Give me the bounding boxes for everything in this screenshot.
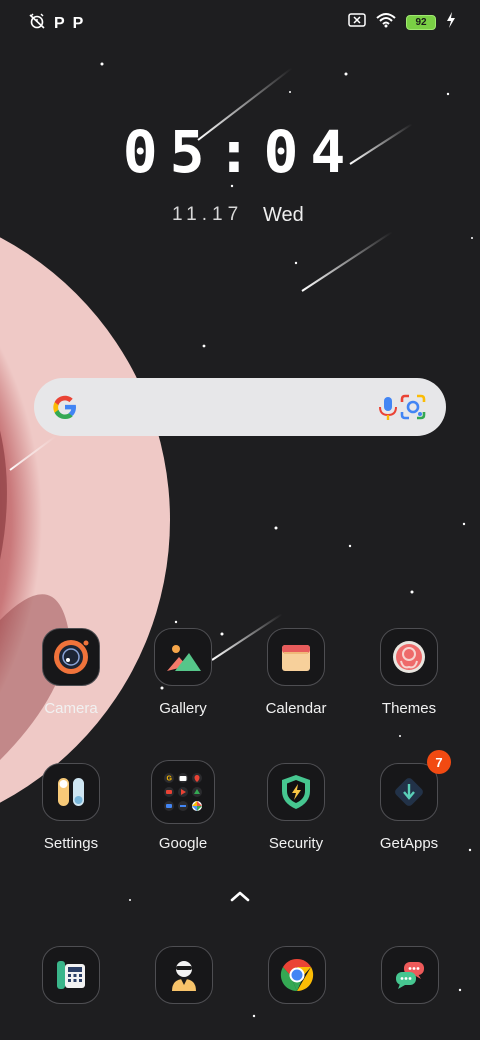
p-notification-icon: P [72,14,84,32]
alarm-off-icon [28,12,46,35]
app-label: GetApps [379,835,439,852]
phone-icon [42,946,100,1004]
clock-day[interactable]: Wed [263,204,304,227]
app-gallery[interactable]: Gallery [128,628,238,717]
clock-time[interactable]: 05:04 [0,118,480,186]
dock-phone[interactable] [41,946,101,1004]
settings-icon [42,763,100,821]
google-search-bar[interactable] [34,378,446,436]
dock-contacts[interactable] [154,946,214,1004]
getapps-icon: 7 [380,750,451,821]
google-g-icon [50,392,80,422]
app-label: Google [158,835,208,852]
charging-bolt-icon [446,12,456,33]
gallery-icon [154,628,212,686]
notification-badge: 7 [427,750,451,774]
app-calendar[interactable]: Calendar [241,628,351,717]
p-notification-icon: P [54,14,65,32]
app-settings[interactable]: Settings [16,763,126,852]
app-label: Settings [43,835,99,852]
calendar-icon [267,628,325,686]
wifi-icon [376,12,396,33]
camera-icon [42,628,100,686]
battery-icon: 92 [406,15,436,30]
chevron-up-icon[interactable] [228,888,252,904]
app-label: Camera [44,700,98,717]
themes-icon [380,628,438,686]
app-label: Calendar [265,700,327,717]
screen-x-icon [348,13,366,32]
app-label: Gallery [159,700,207,717]
chrome-icon [268,946,326,1004]
google-folder-icon: G [151,760,215,824]
app-themes[interactable]: Themes [354,628,464,717]
dock-chrome[interactable] [267,946,327,1004]
app-camera[interactable]: Camera [16,628,126,717]
messages-icon [381,946,439,1004]
security-icon [267,763,325,821]
dock-messages[interactable] [380,946,440,1004]
app-label: Security [268,835,324,852]
status-bar: P P 92 [0,0,480,44]
app-security[interactable]: Security [241,763,351,852]
lens-icon[interactable] [398,392,428,422]
svg-text:G: G [167,776,173,783]
app-label: Themes [381,700,437,717]
clock-date[interactable]: 11.17 [172,204,243,226]
app-getapps[interactable]: 7 GetApps [354,750,464,852]
contacts-icon [155,946,213,1004]
app-google-folder[interactable]: G Google [128,760,238,852]
